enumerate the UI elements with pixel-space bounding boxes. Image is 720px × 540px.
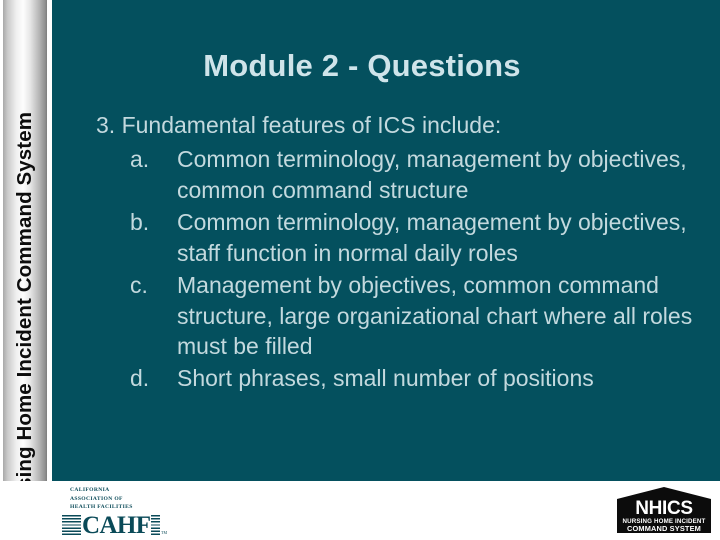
cahf-logo-line-1: California <box>70 487 110 493</box>
cahf-logo-acronym: CAHF <box>81 511 152 539</box>
cahf-logo-mark: CAHF TM <box>62 511 170 539</box>
answer-marker-b: b. <box>130 208 150 235</box>
answer-marker-d: d. <box>130 365 150 392</box>
nhics-logo: NHICS Nursing Home Incident Command Syst… <box>617 487 711 533</box>
slide-canvas: Nursing Home Incident Command System Mod… <box>0 0 720 540</box>
cahf-logo-trademark: TM <box>161 529 167 535</box>
cahf-logo-line-2: Association of <box>70 495 123 502</box>
answer-text-b: Common terminology, management by object… <box>177 208 687 266</box>
question-prompt: 3. Fundamental features of ICS include: <box>96 112 502 138</box>
answer-option-b: b. Common terminology, management by obj… <box>96 207 706 269</box>
answer-option-c: c. Management by objectives, common comm… <box>96 270 706 363</box>
answer-option-a: a. Common terminology, management by obj… <box>96 144 706 206</box>
cahf-logo-line-3: Health Facilities <box>70 504 133 510</box>
vertical-title-bar: Nursing Home Incident Command System <box>3 0 47 540</box>
answer-text-d: Short phrases, small number of positions <box>177 365 594 392</box>
answer-text-c: Management by objectives, common command… <box>177 271 693 360</box>
answer-marker-a: a. <box>130 145 150 172</box>
cahf-logo-wordmark: California Association of Health Facilit… <box>70 486 172 512</box>
vertical-title-text: Nursing Home Incident Command System <box>12 111 36 524</box>
answer-text-a: Common terminology, management by object… <box>177 145 687 203</box>
question-block: 3. Fundamental features of ICS include: … <box>96 110 706 395</box>
page-title: Module 2 - Questions <box>203 48 521 83</box>
nhics-logo-acronym: NHICS <box>635 498 693 519</box>
cahf-logo: California Association of Health Facilit… <box>62 486 172 538</box>
slide-content-panel: Module 2 - Questions 3. Fundamental feat… <box>52 0 720 481</box>
answer-marker-c: c. <box>130 271 148 298</box>
nhics-logo-line-2: Command System <box>627 524 701 533</box>
answer-option-d: d. Short phrases, small number of positi… <box>96 363 706 394</box>
